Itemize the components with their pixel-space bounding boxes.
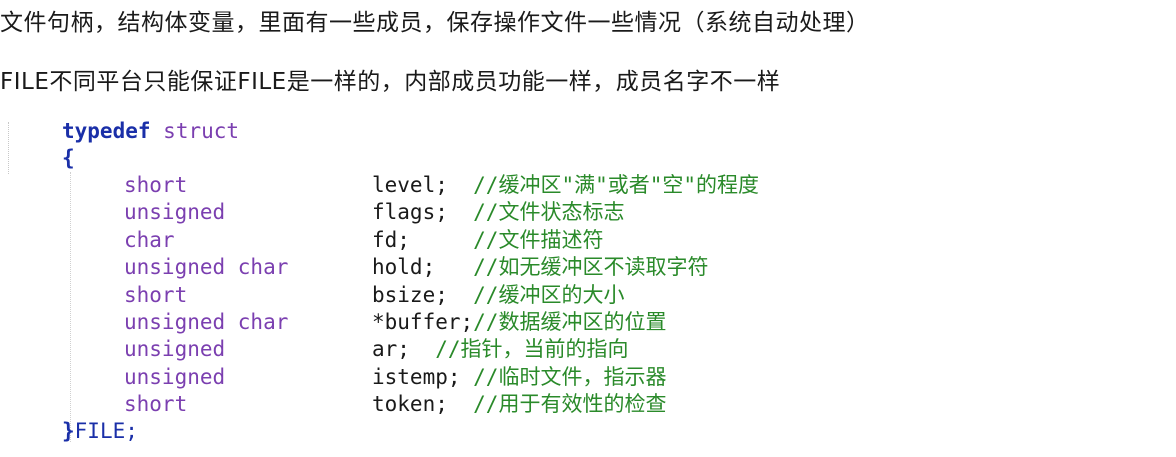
typedef-keyword: typedef [62,119,151,143]
member-comment: //缓冲区"满"或者"空"的程度 [473,173,760,197]
member-type: unsigned [124,200,226,225]
member-name: istemp; [372,364,474,389]
member-name: fd; [372,227,474,252]
member-declaration: flags; //文件状态标志 [372,199,624,226]
description-line-1: 文件句柄，结构体变量，里面有一些成员，保存操作文件一些情况（系统自动处理） [0,10,870,36]
code-line-typedef: typedef struct [62,118,239,145]
struct-keyword: struct [163,119,240,143]
code-line-open-brace: { [62,145,75,172]
member-comment: //文件描述符 [473,227,604,252]
member-comment: //临时文件，指示器 [473,364,667,389]
member-declaration: bsize; //缓冲区的大小 [372,282,624,309]
member-name: *buffer; [372,310,474,334]
member-comment: //指针，当前的指向 [435,337,629,362]
member-type: unsigned char [124,310,289,334]
member-comment: //如无缓冲区不读取字符 [473,255,709,280]
member-declaration: istemp; //临时文件，指示器 [372,364,666,391]
code-line-close: }FILE; [62,418,138,445]
close-brace: } [62,419,75,443]
member-declaration: fd; //文件描述符 [372,227,603,254]
member-name: flags; [372,200,474,225]
member-comment: //文件状态标志 [473,200,625,225]
struct-typedef-name: FILE; [74,419,138,443]
member-name: token; [372,392,474,417]
member-name: bsize; [372,282,474,307]
member-declaration: level; //缓冲区"满"或者"空"的程度 [372,172,759,199]
gutter-guide [8,122,9,174]
member-declaration: hold; //如无缓冲区不读取字符 [372,254,708,281]
member-comment: //数据缓冲区的位置 [473,310,667,334]
member-type: short [124,173,188,197]
member-declaration: ar; //指针，当前的指向 [372,336,629,363]
description-line-2: FILE不同平台只能保证FILE是一样的，内部成员功能一样，成员名字不一样 [0,69,781,95]
member-comment: //用于有效性的检查 [473,392,667,417]
open-brace: { [62,146,75,170]
member-type: unsigned [124,337,226,362]
member-declaration: *buffer;//数据缓冲区的位置 [372,309,666,336]
member-type: unsigned char [124,255,289,280]
member-name: hold; [372,255,474,280]
member-declaration: token; //用于有效性的检查 [372,391,666,418]
member-type: short [124,392,188,417]
member-type: char [124,227,175,252]
member-name: ar; [372,337,436,362]
member-comment: //缓冲区的大小 [473,282,625,307]
member-type: short [124,282,188,307]
member-type: unsigned [124,364,226,389]
code-block: typedef struct { short level; //缓冲区"满"或者"… [0,110,1000,455]
indent-guide [70,172,71,442]
member-name: level; [372,173,474,197]
